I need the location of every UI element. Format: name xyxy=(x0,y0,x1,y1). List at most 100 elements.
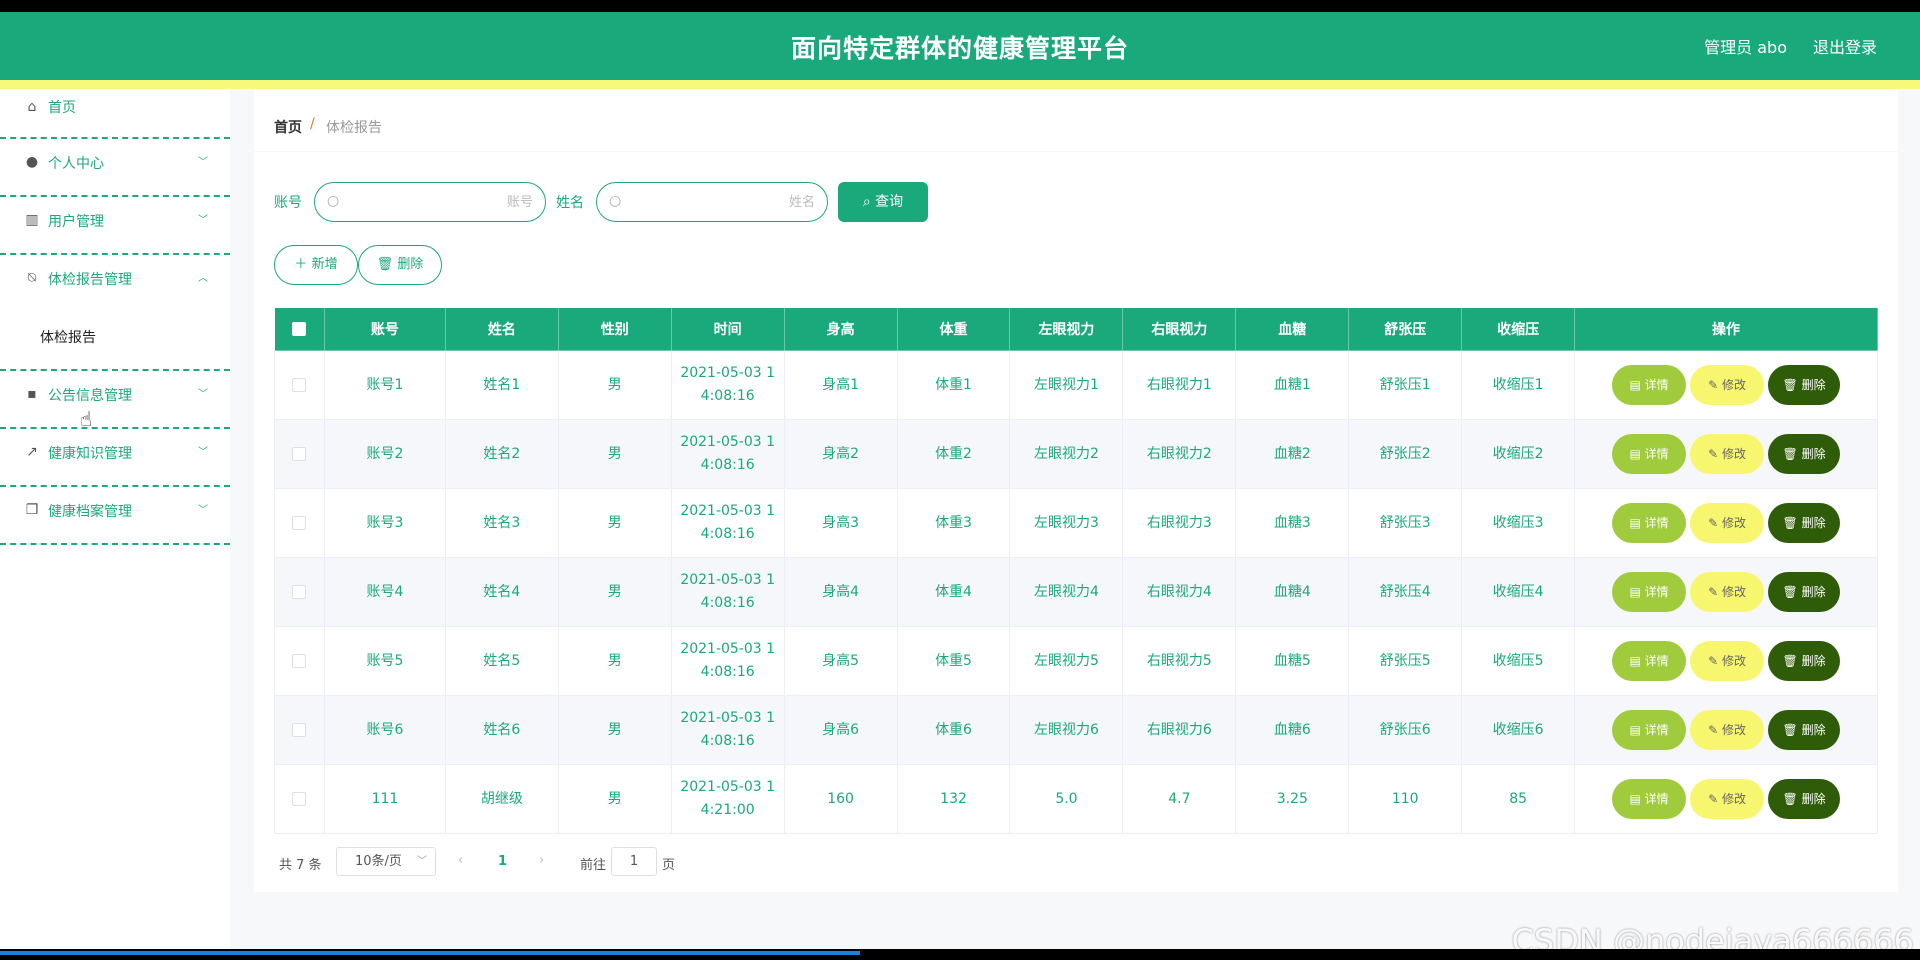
sidebar-item-users[interactable]: ▥ 用户管理 ﹀ xyxy=(0,197,230,255)
time-cell: 2021-05-03 1 4:08:16 xyxy=(671,626,785,696)
trash-icon: 🗑 xyxy=(1782,447,1802,461)
query-button[interactable]: ⌕ 查询 xyxy=(838,182,928,222)
video-progress-bar xyxy=(0,949,1920,960)
chevron-up-icon: ︿ xyxy=(198,273,208,284)
edit-button[interactable]: ✎ 修改 xyxy=(1690,641,1765,681)
table-cell: 5.0 xyxy=(1009,764,1124,834)
table-cell: 右眼视力6 xyxy=(1122,695,1237,765)
actions-cell: ▤ 详情 ✎ 修改 🗑 删除 xyxy=(1574,764,1878,834)
edit-button[interactable]: ✎ 修改 xyxy=(1690,572,1765,612)
delete-button[interactable]: 🗑 删除 xyxy=(1768,779,1841,819)
table-cell: 体重6 xyxy=(897,695,1011,765)
table-cell: 111 xyxy=(324,764,446,834)
edit-button[interactable]: ✎ 修改 xyxy=(1690,779,1765,819)
edit-label: 修改 xyxy=(1721,723,1746,737)
table-cell: 姓名1 xyxy=(445,350,559,420)
select-all-checkbox[interactable] xyxy=(292,322,307,336)
row-select-cell xyxy=(274,419,325,489)
next-page-button[interactable]: › xyxy=(539,853,544,868)
search-icon: ⌕ xyxy=(862,194,876,210)
actions-cell: ▤ 详情 ✎ 修改 🗑 删除 xyxy=(1574,350,1878,420)
column-header: 体重 xyxy=(896,307,1011,351)
chevron-down-icon: ﹀ xyxy=(198,389,208,400)
table-cell: 胡继级 xyxy=(445,764,559,834)
account-input[interactable] xyxy=(345,191,533,213)
sidebar-item-knowledge[interactable]: ↗ 健康知识管理 ﹀ xyxy=(0,429,230,487)
page-size-select[interactable]: 10条/页 ﹀ xyxy=(336,847,436,876)
table-cell: 身高4 xyxy=(784,557,898,627)
copy-icon: ❐ xyxy=(25,502,39,518)
table-cell: 账号5 xyxy=(324,626,446,696)
table-cell: 舒张压6 xyxy=(1348,695,1463,765)
name-input[interactable] xyxy=(627,191,815,213)
header-stripe xyxy=(0,80,1920,89)
table-cell: 85 xyxy=(1461,764,1576,834)
search-icon: ○ xyxy=(327,193,340,209)
table-cell: 左眼视力6 xyxy=(1009,695,1124,765)
table-cell: 收缩压5 xyxy=(1461,626,1576,696)
delete-button[interactable]: 🗑 删除 xyxy=(1768,710,1841,750)
delete-button[interactable]: 🗑 删除 xyxy=(1768,434,1841,474)
delete-button[interactable]: 🗑 删除 xyxy=(1768,503,1841,543)
add-button[interactable]: ＋ 新增 xyxy=(274,245,358,285)
table-cell: 账号4 xyxy=(324,557,446,627)
edit-button[interactable]: ✎ 修改 xyxy=(1690,434,1765,474)
actions-cell: ▤ 详情 ✎ 修改 🗑 删除 xyxy=(1574,695,1878,765)
pencil-icon: ✎ xyxy=(1708,723,1722,737)
table-row: 111 胡继级男 2021-05-03 1 4:21:00 160 132 5.0 4.7 3.… xyxy=(274,764,1878,834)
row-checkbox[interactable] xyxy=(292,722,307,737)
row-checkbox[interactable] xyxy=(292,446,307,461)
document-icon: ▤ xyxy=(1629,378,1645,392)
row-checkbox[interactable] xyxy=(292,515,307,530)
table-cell: 账号2 xyxy=(324,419,446,489)
sidebar-item-personal[interactable]: ● 个人中心 ﹀ xyxy=(0,139,230,197)
detail-button[interactable]: ▤ 详情 xyxy=(1612,365,1687,405)
detail-button[interactable]: ▤ 详情 xyxy=(1612,641,1687,681)
edit-button[interactable]: ✎ 修改 xyxy=(1690,710,1765,750)
library-icon: ▥ xyxy=(25,212,39,228)
sidebar-item-label: 健康知识管理 xyxy=(48,446,132,462)
sidebar-item-records[interactable]: ❐ 健康档案管理 ﹀ xyxy=(0,487,230,545)
search-icon: ○ xyxy=(609,193,622,209)
table-cell: 110 xyxy=(1348,764,1463,834)
logout-link[interactable]: 退出登录 xyxy=(1813,34,1877,58)
table-cell: 血糖4 xyxy=(1235,557,1350,627)
sidebar-subitem-label[interactable]: 体检报告 xyxy=(40,327,96,347)
table-row: 账号3 姓名3 男 2021-05-03 1 4:08:16 身高3 体重3 左眼视力3 右眼视… xyxy=(274,488,1878,558)
delete-button[interactable]: 🗑 删除 xyxy=(1768,365,1841,405)
detail-button[interactable]: ▤ 详情 xyxy=(1612,779,1687,819)
detail-label: 详情 xyxy=(1644,516,1669,530)
sidebar-item-notices[interactable]: ▪ 公告信息管理 ﹀ xyxy=(0,371,230,429)
edit-button[interactable]: ✎ 修改 xyxy=(1690,365,1765,405)
row-checkbox[interactable] xyxy=(292,377,307,392)
sidebar-item-reports[interactable]: ⍉ 体检报告管理 ︿ xyxy=(0,255,230,313)
table-cell: 左眼视力3 xyxy=(1009,488,1124,558)
edit-label: 修改 xyxy=(1721,516,1746,530)
detail-button[interactable]: ▤ 详情 xyxy=(1612,503,1687,543)
sidebar: ⌂ 首页 ● 个人中心 ﹀ ▥ 用户管理 ﹀ ⍉ 体检报告管理 ︿ 体检报告 ▪… xyxy=(0,89,230,949)
breadcrumb-home[interactable]: 首页 xyxy=(274,117,302,137)
delete-button[interactable]: 🗑 删除 xyxy=(1768,572,1841,612)
chevron-down-icon: ﹀ xyxy=(198,157,208,168)
batch-delete-button[interactable]: 🗑 删除 xyxy=(358,245,442,285)
edit-button[interactable]: ✎ 修改 xyxy=(1690,503,1765,543)
detail-button[interactable]: ▤ 详情 xyxy=(1612,434,1687,474)
goto-page-input[interactable]: 1 xyxy=(611,847,657,876)
row-checkbox[interactable] xyxy=(292,791,307,806)
document-icon: ▤ xyxy=(1629,516,1645,530)
chevron-down-icon: ﹀ xyxy=(198,447,208,458)
table-cell: 体重4 xyxy=(897,557,1011,627)
delete-button[interactable]: 🗑 删除 xyxy=(1768,641,1841,681)
row-checkbox[interactable] xyxy=(292,653,307,668)
detail-button[interactable]: ▤ 详情 xyxy=(1612,572,1687,612)
detail-button[interactable]: ▤ 详情 xyxy=(1612,710,1687,750)
row-checkbox[interactable] xyxy=(292,584,307,599)
page-number[interactable]: 1 xyxy=(498,854,507,869)
table-cell: 收缩压1 xyxy=(1461,350,1576,420)
trash-icon: 🗑 xyxy=(1782,378,1802,392)
chevron-down-icon: ﹀ xyxy=(417,856,427,867)
detail-label: 详情 xyxy=(1644,447,1669,461)
sidebar-item-home[interactable]: ⌂ 首页 xyxy=(0,89,230,139)
prev-page-button[interactable]: ‹ xyxy=(458,853,463,868)
time-cell: 2021-05-03 1 4:08:16 xyxy=(671,350,785,420)
